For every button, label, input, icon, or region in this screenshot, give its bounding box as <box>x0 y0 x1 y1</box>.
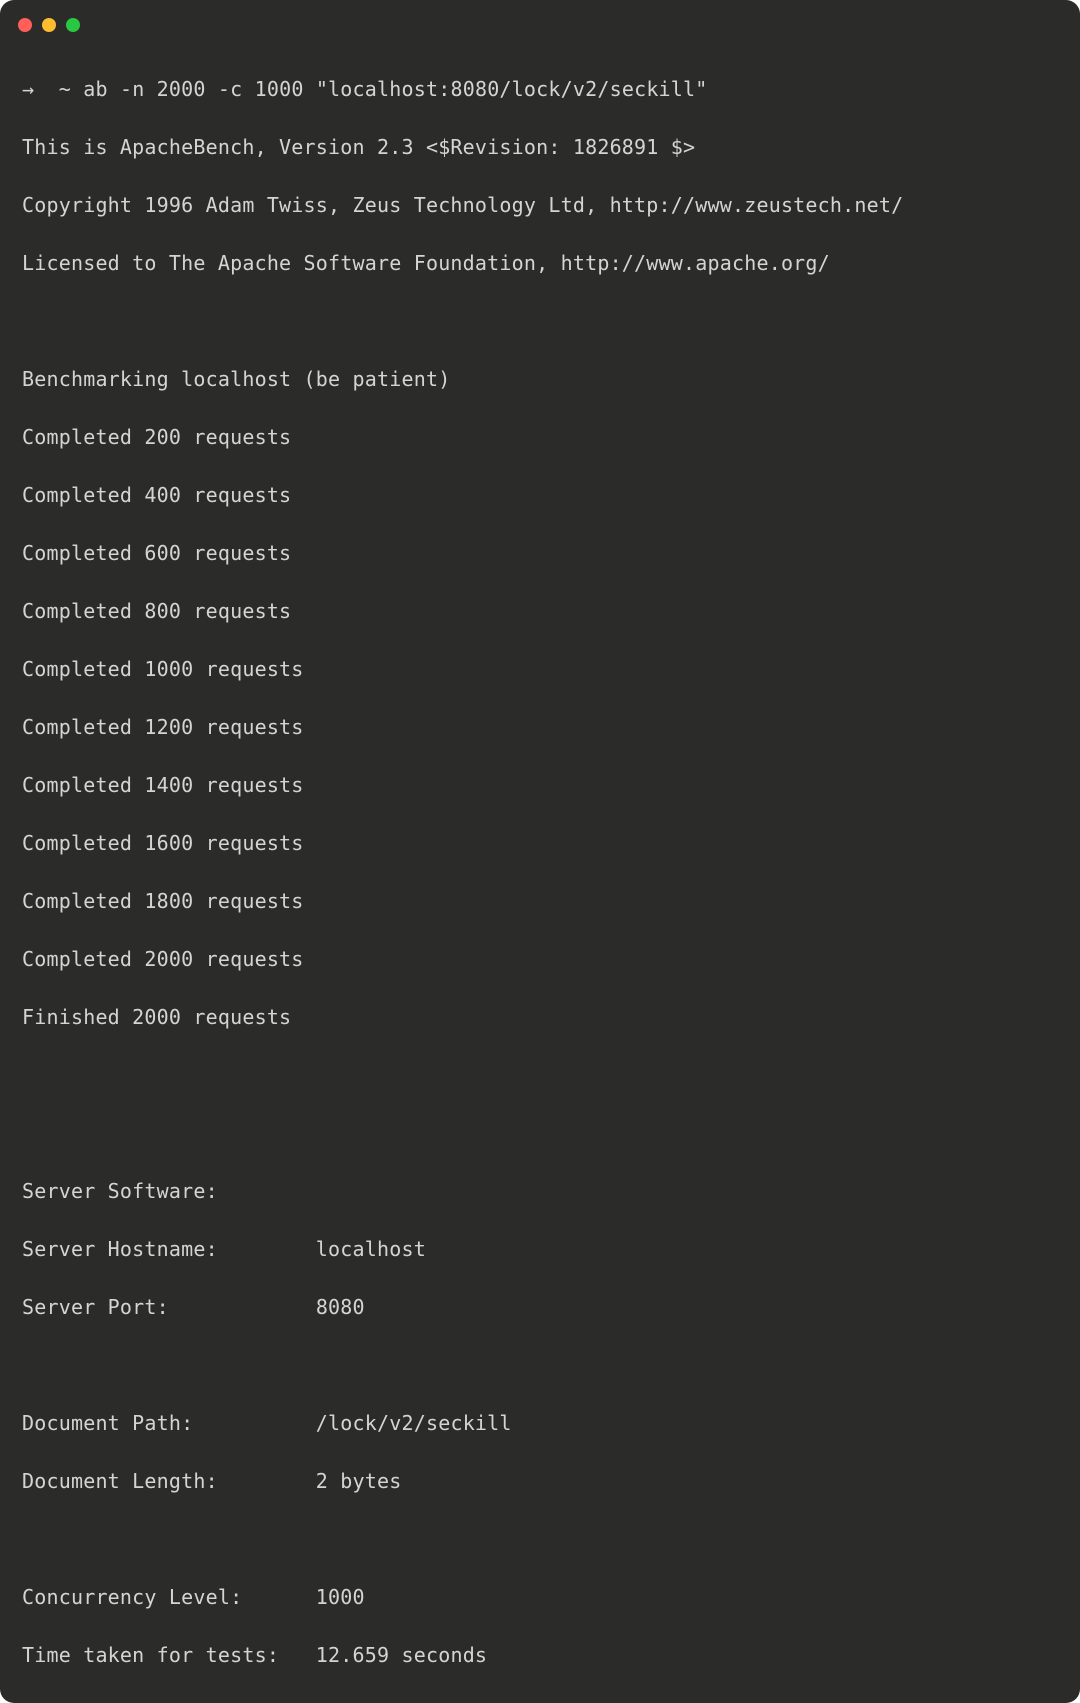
blank-line <box>22 1061 1058 1090</box>
progress-line: Completed 600 requests <box>22 539 1058 568</box>
ab-copyright: Copyright 1996 Adam Twiss, Zeus Technolo… <box>22 191 1058 220</box>
ab-version: This is ApacheBench, Version 2.3 <$Revis… <box>22 133 1058 162</box>
terminal-window: → ~ ab -n 2000 -c 1000 "localhost:8080/l… <box>0 0 1080 1703</box>
progress-line: Completed 1800 requests <box>22 887 1058 916</box>
progress-line: Completed 800 requests <box>22 597 1058 626</box>
kv-line: Document Path: /lock/v2/seckill <box>22 1409 1058 1438</box>
ab-license: Licensed to The Apache Software Foundati… <box>22 249 1058 278</box>
blank-line <box>22 1119 1058 1148</box>
progress-line: Completed 2000 requests <box>22 945 1058 974</box>
progress-line: Completed 1000 requests <box>22 655 1058 684</box>
prompt-arrow-icon: → <box>22 77 34 101</box>
kv-line: Document Length: 2 bytes <box>22 1467 1058 1496</box>
progress-line: Completed 1400 requests <box>22 771 1058 800</box>
kv-line: Server Hostname: localhost <box>22 1235 1058 1264</box>
blank-line <box>22 1525 1058 1554</box>
kv-line: Complete requests: 2000 <box>22 1699 1058 1703</box>
kv-line: Server Port: 8080 <box>22 1293 1058 1322</box>
benchmarking-line: Benchmarking localhost (be patient) <box>22 365 1058 394</box>
zoom-icon[interactable] <box>66 18 80 32</box>
prompt-cwd: ~ <box>59 77 71 101</box>
kv-line: Server Software: <box>22 1177 1058 1206</box>
progress-line: Completed 200 requests <box>22 423 1058 452</box>
titlebar <box>0 12 1080 42</box>
finished-line: Finished 2000 requests <box>22 1003 1058 1032</box>
minimize-icon[interactable] <box>42 18 56 32</box>
kv-line: Time taken for tests: 12.659 seconds <box>22 1641 1058 1670</box>
prompt-line: → ~ ab -n 2000 -c 1000 "localhost:8080/l… <box>22 75 1058 104</box>
terminal-output[interactable]: → ~ ab -n 2000 -c 1000 "localhost:8080/l… <box>0 42 1080 1703</box>
blank-line <box>22 307 1058 336</box>
progress-line: Completed 1200 requests <box>22 713 1058 742</box>
progress-line: Completed 1600 requests <box>22 829 1058 858</box>
progress-line: Completed 400 requests <box>22 481 1058 510</box>
command-text: ab -n 2000 -c 1000 "localhost:8080/lock/… <box>83 77 707 101</box>
blank-line <box>22 1351 1058 1380</box>
close-icon[interactable] <box>18 18 32 32</box>
kv-line: Concurrency Level: 1000 <box>22 1583 1058 1612</box>
